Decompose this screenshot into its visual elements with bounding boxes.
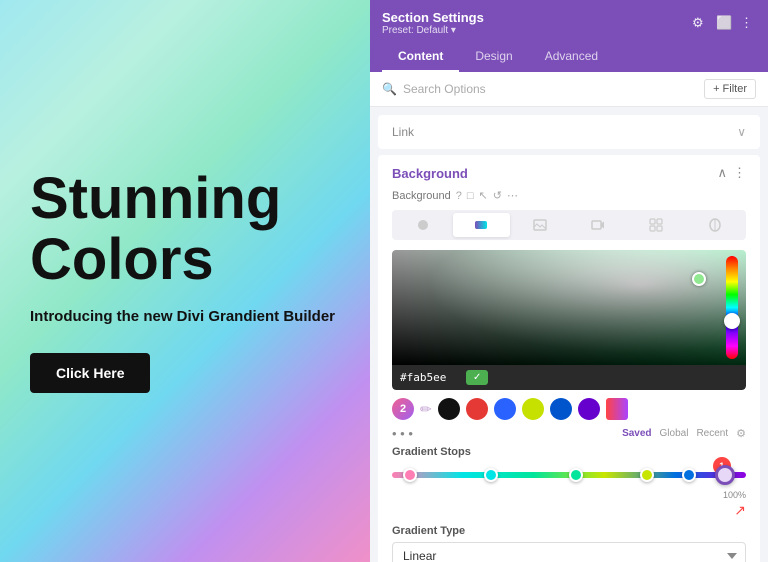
swatch-blue[interactable] [494,398,516,420]
color-hex-row: ✓ [392,365,746,390]
arrow-icon: ↗ [734,502,746,519]
badge2-wrap: 2 [392,398,414,420]
bg-question-icon[interactable]: ? [456,190,462,202]
section-header: Section Settings Preset: Default ▾ ⚙ ⬜ ⋮… [370,0,768,72]
pencil-icon[interactable]: ✏ [420,401,432,418]
color-spectrum[interactable] [392,250,746,365]
hex-input[interactable] [400,371,460,384]
gradient-type-select[interactable]: Linear Radial [392,542,746,562]
swatch-black[interactable] [438,398,460,420]
expand-icon[interactable]: ⬜ [716,15,732,31]
saved-tabs: Saved Global Recent ⚙ [622,427,746,440]
tab-design[interactable]: Design [459,42,528,72]
more-swatches-icon[interactable]: • • • [392,426,413,441]
bg-gradient-icon [474,218,488,232]
section-tabs: Content Design Advanced [382,42,756,72]
more-icon[interactable]: ⋮ [740,15,756,31]
bg-tab-gradient[interactable] [453,213,509,237]
saved-settings-icon[interactable]: ⚙ [736,427,746,440]
arrow-indicator: ↗ [392,502,746,519]
bg-title: Background [392,166,468,181]
bg-reset-icon[interactable]: ↺ [493,189,502,202]
header-icons: ⚙ ⬜ ⋮ [692,15,756,31]
bg-tab-mask[interactable] [687,213,743,237]
search-bar: 🔍 Search Options + Filter [370,72,768,107]
link-chevron-icon: ∨ [737,125,746,139]
bg-image-icon [533,218,547,232]
spectrum-overlay [392,250,746,365]
filter-button[interactable]: + Filter [704,79,756,99]
bg-pattern-icon [649,218,663,232]
bg-header: Background ∧ ⋮ [392,165,746,181]
tab-content[interactable]: Content [382,42,459,72]
bg-tab-pattern[interactable] [628,213,684,237]
color-picker[interactable]: ✓ [392,250,746,390]
link-label: Link [392,125,414,139]
bg-collapse-icon[interactable]: ∧ [717,165,727,181]
hue-thumb[interactable] [724,313,740,329]
search-placeholder[interactable]: Search Options [403,82,486,96]
link-section[interactable]: Link ∨ [378,115,760,149]
heading: Stunning Colors [30,169,340,291]
gradient-stop-1[interactable] [403,468,417,482]
settings-icon[interactable]: ⚙ [692,15,708,31]
background-section: Background ∧ ⋮ Background ? □ ↖ ↺ ⋯ [378,155,760,562]
gradient-slider-container: 1 [392,464,746,486]
hex-confirm-button[interactable]: ✓ [466,370,488,385]
gradient-stop-2[interactable] [484,468,498,482]
swatch-gradient[interactable] [606,398,628,420]
header-title-group: Section Settings Preset: Default ▾ [382,10,484,36]
gradient-stops-label: Gradient Stops [392,446,746,458]
tab-advanced[interactable]: Advanced [529,42,614,72]
bg-mask-icon [708,218,722,232]
hue-bar[interactable] [726,256,738,359]
gradient-stop-3[interactable] [569,468,583,482]
section-preset[interactable]: Preset: Default ▾ [382,25,484,36]
saved-tab-saved[interactable]: Saved [622,428,651,439]
bg-ellipsis-icon[interactable]: ⋯ [507,189,518,202]
bg-video-icon [591,218,605,232]
gradient-stop-4[interactable] [640,468,654,482]
subtitle: Introducing the new Divi Grandient Build… [30,308,340,325]
bg-type-tabs [392,210,746,240]
spectrum-thumb[interactable] [692,272,706,286]
gradient-type-label: Gradient Type [392,525,746,537]
percent-label: 100% [392,490,746,500]
bg-controls: ∧ ⋮ [717,165,746,181]
bg-label: Background [392,190,451,202]
badge-2[interactable]: 2 [392,398,414,420]
bg-square-icon[interactable]: □ [467,190,474,202]
bg-color-icon [416,218,430,232]
bg-tab-image[interactable] [512,213,568,237]
section-title: Section Settings [382,10,484,25]
swatch-purple[interactable] [578,398,600,420]
main-content: Link ∨ Background ∧ ⋮ Background ? □ ↖ ↺… [370,107,768,562]
gradient-slider[interactable]: 1 [392,464,746,486]
cta-button[interactable]: Click Here [30,353,150,393]
bg-arrow-icon[interactable]: ↖ [479,189,488,202]
search-input-wrap: 🔍 Search Options [382,82,486,96]
swatch-red[interactable] [466,398,488,420]
left-panel: Stunning Colors Introducing the new Divi… [0,0,370,562]
bg-tab-color[interactable] [395,213,451,237]
bg-type-row: Background ? □ ↖ ↺ ⋯ [392,189,746,202]
gradient-stop-5[interactable] [682,468,696,482]
swatches-row: 2 ✏ [392,398,746,420]
bg-more-icon[interactable]: ⋮ [733,165,746,181]
swatch-yellow-green[interactable] [522,398,544,420]
search-icon: 🔍 [382,82,397,96]
gradient-stop-end[interactable] [715,465,735,485]
right-panel: Section Settings Preset: Default ▾ ⚙ ⬜ ⋮… [370,0,768,562]
swatch-dark-blue[interactable] [550,398,572,420]
bg-tab-video[interactable] [570,213,626,237]
saved-tab-global[interactable]: Global [660,428,689,439]
saved-tab-recent[interactable]: Recent [696,428,728,439]
